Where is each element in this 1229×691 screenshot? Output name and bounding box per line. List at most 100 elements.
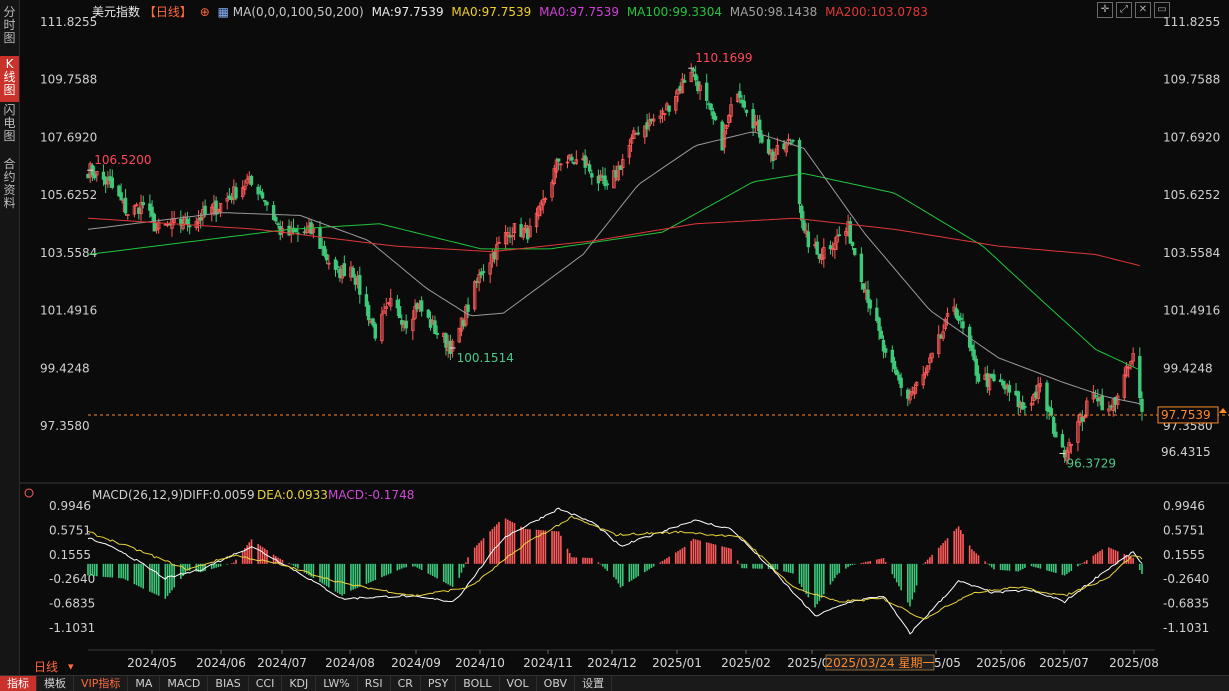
macd-tick-label-left: 0.5751 (49, 523, 91, 537)
macd-tick-label-right: -0.6835 (1163, 597, 1209, 611)
candle-body (738, 91, 742, 98)
macd-macd-value: MACD:-0.1748 (328, 488, 414, 502)
candle-body (972, 349, 976, 361)
x-tick-label: 2024/11 (523, 656, 573, 670)
candle-body (1054, 431, 1058, 438)
candle-body (605, 183, 609, 186)
toolbar-item-2[interactable]: VIP指标 (74, 676, 129, 691)
candle-body (404, 320, 408, 329)
kline-chart[interactable]: 111.8255 111.8255 109.7588 109.7588 107.6920… (0, 0, 1229, 675)
candle-body (366, 304, 371, 321)
candle-body (899, 377, 903, 388)
candle-body (419, 300, 424, 312)
candle-body (961, 321, 965, 329)
x-tick-label: 2025/08 (1109, 656, 1159, 670)
toolbar-item-14[interactable]: OBV (537, 676, 576, 691)
candle-body (853, 247, 857, 255)
candle-body (260, 192, 265, 199)
period-dropdown-icon[interactable]: ▾ (68, 660, 74, 673)
toolbar-item-12[interactable]: BOLL (456, 676, 500, 691)
period-footer-label: 日线 (34, 660, 59, 674)
toolbar-item-10[interactable]: CR (391, 676, 421, 691)
toolbar-item-4[interactable]: MACD (160, 676, 209, 691)
macd-histogram (87, 518, 1143, 608)
candle-body (583, 155, 587, 168)
candle-body (691, 69, 696, 72)
macd-diff-value: DIFF:0.0059 (183, 488, 255, 502)
candle-body (435, 332, 439, 336)
candle-body (992, 374, 996, 382)
x-tick-label: 2024/12 (587, 656, 637, 670)
indicator-toolbar: 指标 模板 VIP指标 MA MACD BIAS CCI KDJ LW% RSI CR PSY BOLL… (0, 675, 1229, 691)
toolbar-item-13[interactable]: VOL (500, 676, 537, 691)
macd-tick-label-right: 0.5751 (1163, 523, 1205, 537)
macd-dif-line (87, 507, 1143, 635)
candle-body (274, 216, 278, 222)
candle-body (342, 263, 347, 277)
candle-body (256, 186, 260, 195)
x-tick-label: 2025/07 (1039, 656, 1089, 670)
candle-body (797, 139, 802, 205)
macd-dea-line (87, 515, 1143, 620)
toolbar-item-8[interactable]: LW% (316, 676, 358, 691)
macd-params: MACD(26,12,9) (92, 488, 183, 502)
toolbar-item-3[interactable]: MA (128, 676, 161, 691)
annotation-label: 106.5200 (94, 153, 151, 167)
x-tick-label: 2025/02 (721, 656, 771, 670)
y-tick-label-right: 109.7588 (1163, 73, 1220, 87)
candle-body (590, 173, 594, 178)
macd-tick-label-left: 0.9946 (49, 499, 91, 513)
candle-body (837, 234, 841, 237)
toolbar-item-6[interactable]: CCI (249, 676, 283, 691)
candle-body (744, 109, 749, 113)
candle-body (1100, 395, 1104, 411)
candle-body (358, 275, 362, 295)
candle-body (890, 349, 895, 363)
candle-body (1020, 402, 1025, 410)
candle-body (1023, 405, 1027, 408)
macd-tick-label-left: 0.1555 (49, 548, 91, 562)
toolbar-item-7[interactable]: KDJ (282, 676, 317, 691)
candle-body (742, 100, 746, 108)
toolbar-item-11[interactable]: PSY (421, 676, 457, 691)
candle-body (110, 177, 115, 188)
toolbar-item-0[interactable]: 指标 (0, 676, 37, 691)
toolbar-item-9[interactable]: RSI (358, 676, 391, 691)
toolbar-item-5[interactable]: BIAS (208, 676, 249, 691)
toolbar-item-15[interactable]: 设置 (575, 676, 613, 691)
macd-indicator-icon (24, 488, 34, 498)
candle-body (185, 218, 190, 225)
candle-body (636, 132, 640, 135)
candle-body (800, 205, 804, 221)
candle-body (693, 73, 698, 81)
candle-body (141, 202, 145, 206)
x-tick-label: 2024/06 (196, 656, 246, 670)
candle-body (859, 253, 864, 283)
x-tick-label: 2024/09 (391, 656, 441, 670)
y-tick-label-right: 99.4248 (1163, 361, 1213, 375)
macd-tick-label-right: 0.1555 (1163, 548, 1205, 562)
candle-body (713, 115, 718, 121)
candle-body (877, 317, 881, 331)
y-tick-label-left: 101.4916 (40, 304, 97, 318)
candle-body (791, 139, 795, 142)
x-tick-label: 2025/01 (652, 656, 702, 670)
y-tick-label-right: 101.4916 (1163, 304, 1220, 318)
x-tick-label: 2024/10 (455, 656, 505, 670)
candle-body (203, 205, 207, 215)
candle-body (263, 200, 267, 202)
candle-body (570, 156, 574, 161)
candle-body (587, 164, 592, 172)
x-tick-label: 2024/07 (257, 656, 307, 670)
candle-body (850, 241, 855, 246)
candle-body (335, 266, 340, 268)
toolbar-item-1[interactable]: 模板 (37, 676, 74, 691)
candle-body (351, 267, 355, 278)
candle-body (1140, 398, 1144, 412)
candle-body (324, 254, 329, 261)
candle-body (802, 220, 806, 231)
macd-dea-value: DEA:0.0933 (257, 488, 328, 502)
candle-body (318, 227, 322, 249)
candle-body (119, 192, 123, 201)
macd-tick-label-right: 0.9946 (1163, 499, 1205, 513)
